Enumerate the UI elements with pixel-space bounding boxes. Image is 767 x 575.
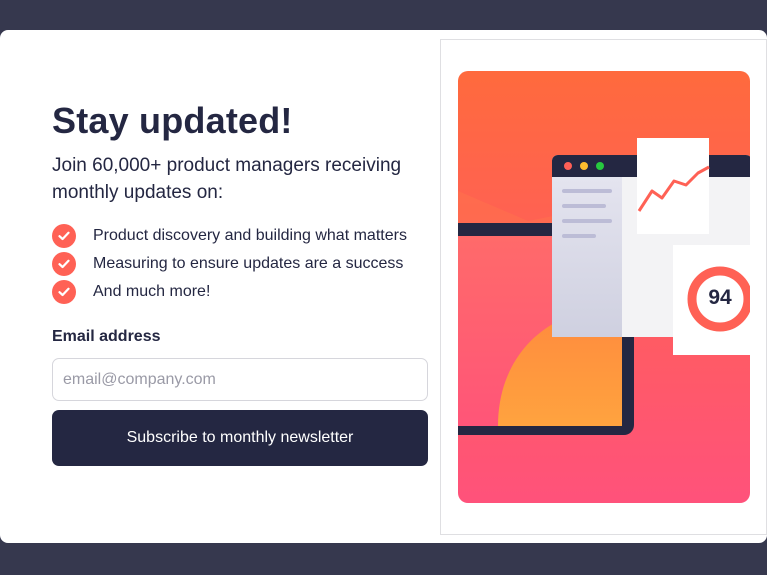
check-icon bbox=[52, 224, 76, 248]
feature-list: Product discovery and building what matt… bbox=[52, 222, 407, 306]
feature-text: And much more! bbox=[93, 283, 211, 300]
intro-text: Join 60,000+ product managers receiving … bbox=[52, 155, 402, 203]
list-item: Product discovery and building what matt… bbox=[52, 222, 407, 250]
feature-text: Measuring to ensure updates are a succes… bbox=[93, 255, 404, 272]
list-item: Measuring to ensure updates are a succes… bbox=[52, 250, 407, 278]
check-icon bbox=[52, 280, 76, 304]
check-icon bbox=[52, 252, 76, 276]
illustration-frame: 94 bbox=[440, 39, 767, 535]
page-title: Stay updated! bbox=[52, 100, 293, 141]
dashboard-illustration: 94 bbox=[458, 71, 750, 503]
list-item: And much more! bbox=[52, 278, 407, 306]
newsletter-card: Stay updated! Join 60,000+ product manag… bbox=[0, 30, 767, 543]
email-field[interactable] bbox=[52, 358, 428, 401]
score-value: 94 bbox=[708, 286, 732, 309]
subscribe-button[interactable]: Subscribe to monthly newsletter bbox=[52, 410, 428, 466]
feature-text: Product discovery and building what matt… bbox=[93, 227, 407, 244]
email-label: Email address bbox=[52, 328, 161, 345]
signup-section: Stay updated! Join 60,000+ product manag… bbox=[52, 30, 428, 543]
